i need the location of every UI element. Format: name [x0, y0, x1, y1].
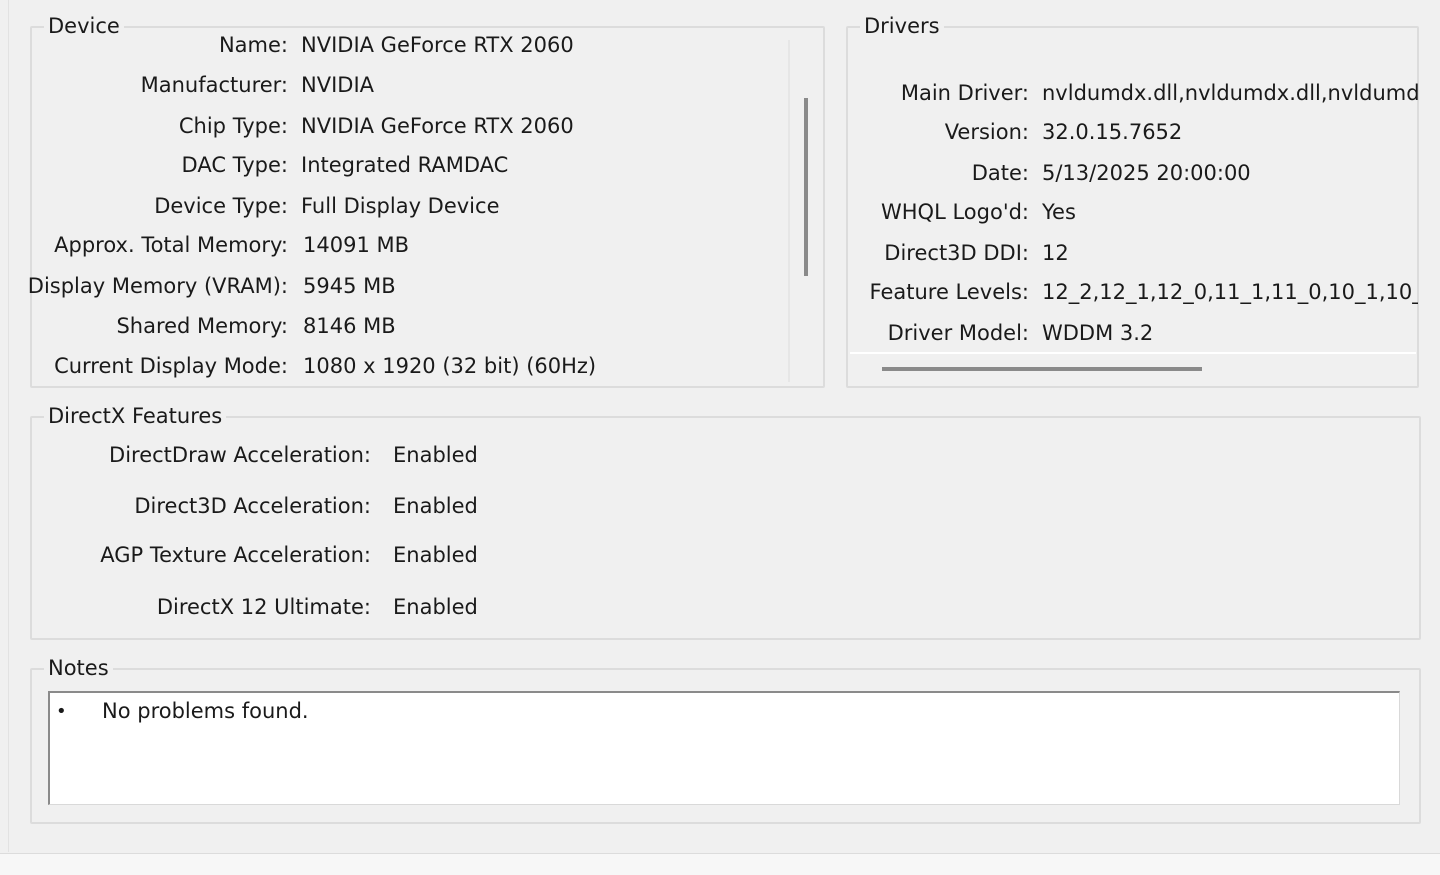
notes-bullet: •: [56, 701, 67, 722]
directx-group-title: DirectX Features: [44, 402, 227, 430]
drivers-feature-levels-value: 12_2,12_1,12_0,11_1,11_0,10_1,10_0,9_3: [1042, 280, 1418, 304]
device-device-type-value: Full Display Device: [301, 194, 500, 218]
drivers-main-driver-label: Main Driver:: [900, 81, 1029, 105]
device-group-title: Device: [44, 12, 124, 40]
directx-d3d-label: Direct3D Acceleration:: [134, 494, 371, 518]
device-vertical-scrollbar[interactable]: [804, 98, 808, 276]
directx-ddraw-value: Enabled: [393, 443, 478, 467]
drivers-feature-levels-label: Feature Levels:: [869, 280, 1029, 304]
drivers-driver-model-label: Driver Model:: [887, 321, 1029, 345]
drivers-ddi-value: 12: [1042, 241, 1069, 265]
device-device-type-label: Device Type:: [154, 194, 288, 218]
directx-agp-value: Enabled: [393, 543, 478, 567]
drivers-horizontal-scrollbar[interactable]: [882, 367, 1202, 371]
device-name-label: Name:: [218, 33, 288, 57]
device-vram-value: 5945 MB: [303, 274, 396, 298]
device-vram-label: Display Memory (VRAM):: [27, 274, 288, 298]
drivers-ddi-label: Direct3D DDI:: [884, 241, 1029, 265]
drivers-date-value: 5/13/2025 20:00:00: [1042, 161, 1251, 185]
device-chip-type-value: NVIDIA GeForce RTX 2060: [301, 114, 574, 138]
device-display-mode-label: Current Display Mode:: [54, 354, 288, 378]
device-dac-type-label: DAC Type:: [181, 153, 288, 177]
directx-agp-label: AGP Texture Acceleration:: [100, 543, 371, 567]
directx-d3d-value: Enabled: [393, 494, 478, 518]
drivers-whql-value: Yes: [1042, 200, 1076, 224]
drivers-group-title: Drivers: [860, 12, 944, 40]
window-bottom-strip: [0, 853, 1440, 875]
notes-item: No problems found.: [102, 699, 309, 723]
directx-ddraw-label: DirectDraw Acceleration:: [109, 443, 371, 467]
drivers-version-label: Version:: [944, 120, 1029, 144]
device-total-memory-value: 14091 MB: [303, 233, 410, 257]
drivers-date-label: Date:: [971, 161, 1029, 185]
device-display-mode-value: 1080 x 1920 (32 bit) (60Hz): [303, 354, 597, 378]
drivers-driver-model-value: WDDM 3.2: [1042, 321, 1154, 345]
directx-dx12u-value: Enabled: [393, 595, 478, 619]
device-chip-type-label: Chip Type:: [178, 114, 288, 138]
directx-dx12u-label: DirectX 12 Ultimate:: [156, 595, 371, 619]
device-manufacturer-value: NVIDIA: [301, 73, 374, 97]
notes-group-title: Notes: [44, 654, 113, 682]
device-shared-memory-value: 8146 MB: [303, 314, 396, 338]
drivers-main-driver-value: nvldumdx.dll,nvldumdx.dll,nvldumdx.dll,n…: [1042, 81, 1418, 105]
device-manufacturer-label: Manufacturer:: [140, 73, 288, 97]
drivers-divider: [850, 352, 1416, 354]
device-total-memory-label: Approx. Total Memory:: [54, 233, 288, 257]
drivers-version-value: 32.0.15.7652: [1042, 120, 1183, 144]
drivers-whql-label: WHQL Logo'd:: [881, 200, 1029, 224]
device-shared-memory-label: Shared Memory:: [116, 314, 288, 338]
notes-text-area[interactable]: • No problems found.: [48, 691, 1400, 805]
device-scroll-track[interactable]: [788, 40, 790, 382]
device-dac-type-value: Integrated RAMDAC: [301, 153, 509, 177]
device-name-value: NVIDIA GeForce RTX 2060: [301, 33, 574, 57]
